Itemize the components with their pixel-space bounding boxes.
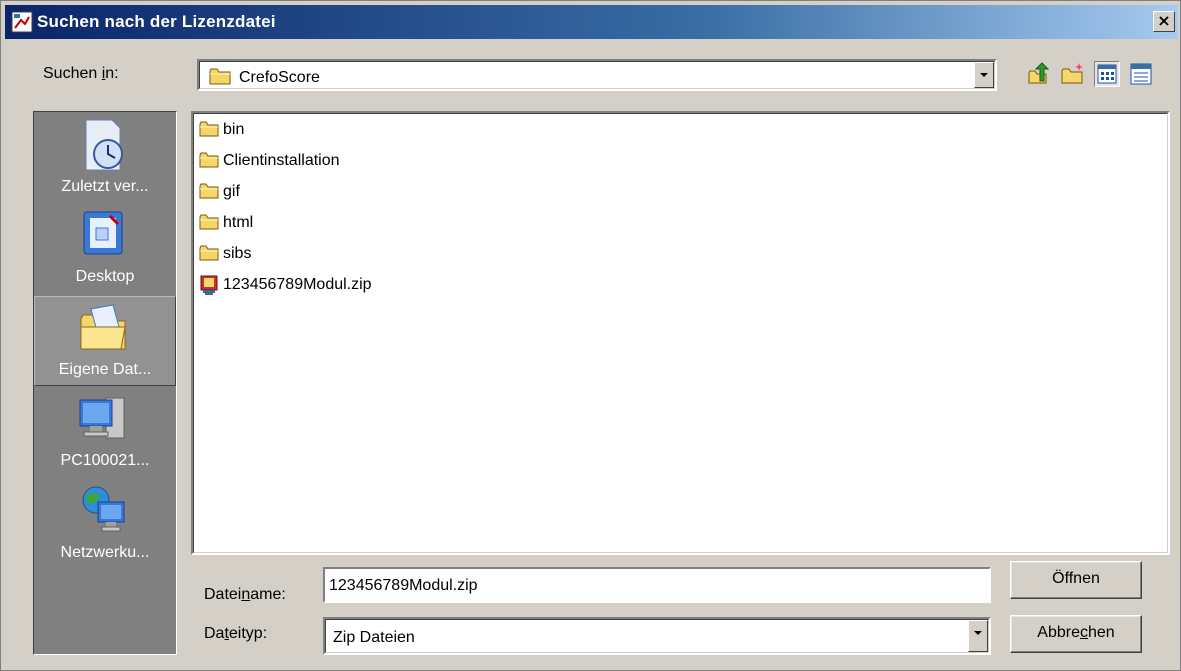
filetype-dropdown-button[interactable] (968, 620, 988, 652)
filename-value: 123456789Modul.zip (329, 577, 478, 594)
details-view-icon[interactable] (1128, 61, 1154, 87)
look-in-value: CrefoScore (239, 69, 320, 86)
look-in-label: Suchen in: (43, 65, 119, 82)
filetype-combobox[interactable]: Zip Dateien (323, 617, 991, 655)
filetype-value: Zip Dateien (333, 629, 415, 646)
cancel-button[interactable]: Abbrechen (1010, 615, 1142, 653)
file-name: 123456789Modul.zip (223, 276, 372, 293)
places-label: PC100021... (60, 452, 150, 469)
file-name: bin (223, 121, 245, 138)
my-documents-icon (80, 304, 126, 350)
file-name: sibs (223, 245, 252, 262)
places-item-my-computer[interactable]: PC100021... (34, 388, 176, 478)
new-folder-icon[interactable] (1060, 61, 1086, 87)
places-label: Eigene Dat... (58, 361, 152, 378)
open-button[interactable]: Öffnen (1010, 561, 1142, 599)
places-item-desktop[interactable]: Desktop (34, 204, 176, 294)
list-view-button[interactable] (1094, 61, 1120, 87)
list-view-icon (1097, 64, 1117, 84)
filename-input[interactable]: 123456789Modul.zip (323, 567, 991, 603)
close-icon: × (1157, 11, 1171, 30)
places-bar: Zuletzt ver... Desktop Eigene Dat... PC1… (33, 111, 177, 655)
places-item-my-documents[interactable]: Eigene Dat... (34, 296, 176, 386)
places-item-recent[interactable]: Zuletzt ver... (34, 114, 176, 204)
file-name: Clientinstallation (223, 152, 340, 169)
filename-label: Dateiname: (204, 586, 286, 603)
places-item-network[interactable]: Netzwerku... (34, 480, 176, 570)
file-list[interactable]: bin Clientinstallation gif html sibs 123… (191, 111, 1170, 555)
filetype-label: Dateityp: (204, 625, 268, 642)
file-chooser-dialog: Suchen nach der Lizenzdatei × Suchen in:… (0, 0, 1181, 671)
folder-icon (199, 121, 219, 137)
places-label: Netzwerku... (60, 544, 150, 561)
file-name: html (223, 214, 254, 231)
desktop-icon (83, 211, 123, 255)
folder-icon (209, 68, 231, 85)
look-in-combobox[interactable]: CrefoScore (197, 59, 997, 91)
folder-icon (199, 183, 219, 199)
zip-file-icon (200, 275, 218, 295)
folder-icon (199, 245, 219, 261)
java-app-icon (11, 11, 33, 33)
places-label: Desktop (75, 268, 135, 285)
folder-icon (199, 214, 219, 230)
file-name: gif (223, 183, 240, 200)
network-icon (82, 486, 125, 532)
close-button[interactable]: × (1153, 11, 1175, 32)
folder-icon (199, 152, 219, 168)
places-label: Zuletzt ver... (61, 178, 149, 195)
window-title: Suchen nach der Lizenzdatei (37, 12, 276, 31)
recent-documents-icon (85, 119, 123, 171)
look-in-dropdown-button[interactable] (974, 62, 994, 88)
up-one-level-icon[interactable] (1026, 61, 1052, 87)
title-bar[interactable]: Suchen nach der Lizenzdatei × (5, 5, 1178, 39)
my-computer-icon (79, 397, 125, 439)
